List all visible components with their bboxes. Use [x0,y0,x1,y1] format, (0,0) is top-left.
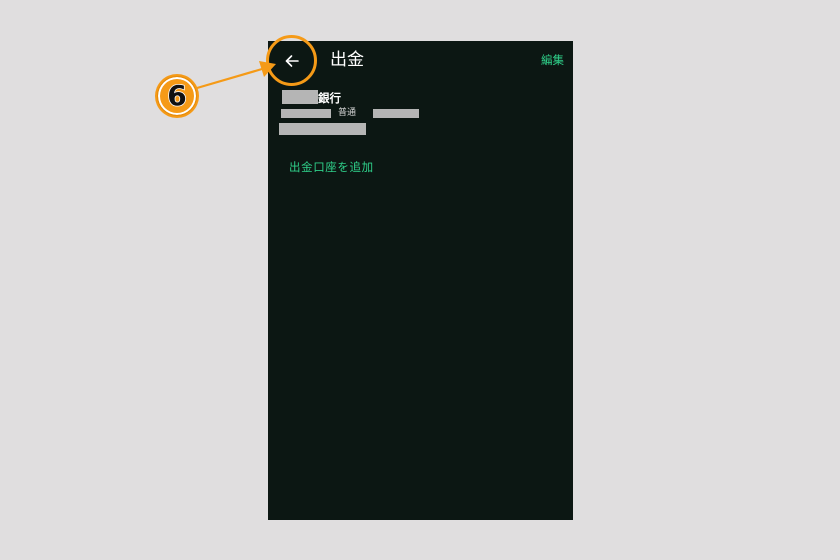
tutorial-canvas: 出金 編集 銀行 普通 出金口座を追加 6 [0,0,840,560]
step-number-badge: 6 [157,76,197,116]
callout-arrow [196,61,276,90]
step-number: 6 [166,78,187,113]
